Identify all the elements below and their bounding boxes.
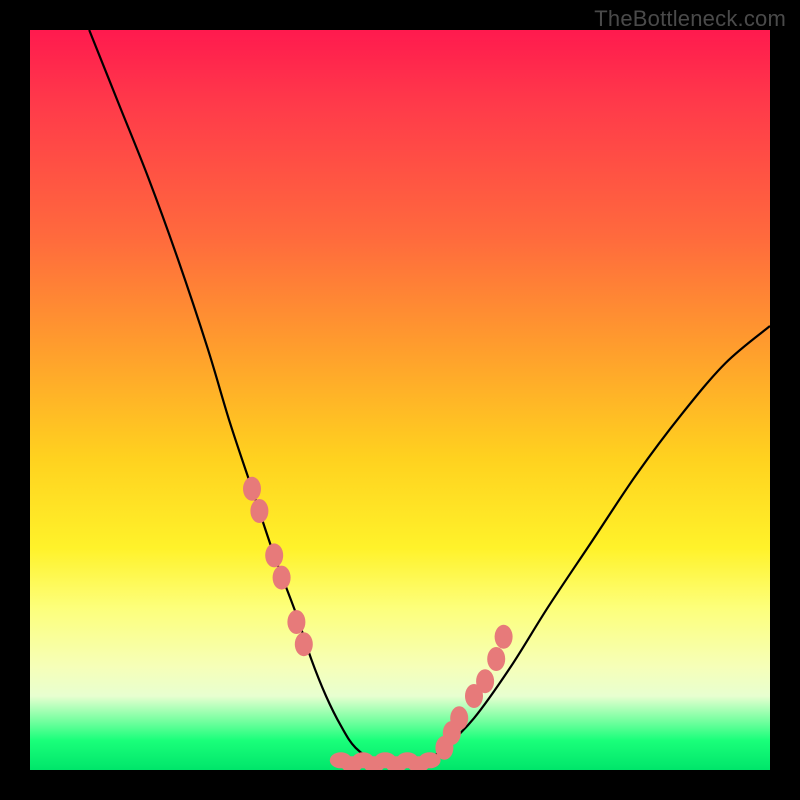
marker-dot <box>450 706 468 730</box>
chart-frame: TheBottleneck.com <box>0 0 800 800</box>
valley-blob <box>419 752 441 768</box>
marker-dot <box>487 647 505 671</box>
markers-right <box>435 625 512 760</box>
curve-layer <box>30 30 770 770</box>
marker-dot <box>495 625 513 649</box>
marker-dot <box>250 499 268 523</box>
marker-dot <box>243 477 261 501</box>
marker-dot <box>287 610 305 634</box>
marker-dot <box>265 543 283 567</box>
attribution-text: TheBottleneck.com <box>594 6 786 32</box>
marker-dot <box>476 669 494 693</box>
bottleneck-curve <box>89 30 770 766</box>
valley-cluster <box>330 752 441 770</box>
plot-area <box>30 30 770 770</box>
marker-dot <box>295 632 313 656</box>
marker-dot <box>273 566 291 590</box>
